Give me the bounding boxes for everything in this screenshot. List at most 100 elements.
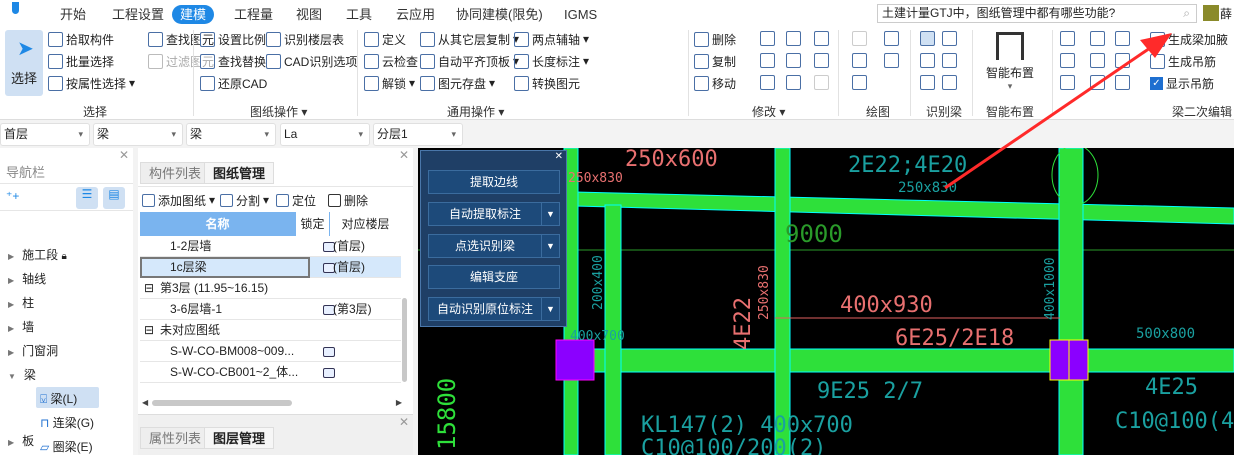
two-point-axis-button[interactable]: 两点辅轴 ▾: [514, 30, 589, 48]
recognize-beam-icon[interactable]: [920, 31, 935, 46]
horizontal-scrollbar[interactable]: ◀ ▶: [142, 398, 402, 408]
nav-item-door-window[interactable]: ▶ 门窗洞: [8, 342, 58, 359]
nav-item-ring-beam[interactable]: ▱ 圈梁(E): [40, 438, 93, 455]
auto-recognize-in-situ-button[interactable]: 自动识别原位标注 ▼: [428, 297, 560, 321]
tab-quantities[interactable]: 工程量: [226, 5, 281, 24]
edit-icon[interactable]: [814, 75, 829, 90]
search-icon[interactable]: ⌕: [1183, 5, 1190, 22]
close-icon[interactable]: ✕: [119, 148, 129, 162]
beam-filter-icon[interactable]: [1090, 31, 1105, 46]
table-group-row[interactable]: ⊟ 未对应图纸: [140, 320, 401, 341]
tab-modeling[interactable]: 建模: [172, 5, 215, 24]
dropdown-arrow-icon[interactable]: ▼: [541, 235, 559, 257]
align-top-button[interactable]: 自动平齐顶板 ▾: [420, 52, 519, 70]
smart-layout-button[interactable]: 智能布置 ▾: [980, 30, 1040, 96]
lock-icon[interactable]: [323, 368, 335, 378]
rotate-icon[interactable]: [760, 31, 775, 46]
cad-options-button[interactable]: CAD识别选项: [266, 52, 357, 70]
hanger-icon[interactable]: [1115, 75, 1130, 90]
collapse-icon[interactable]: ⊟: [144, 278, 154, 299]
align-icon[interactable]: [786, 53, 801, 68]
show-hanger-checkbox[interactable]: ✓ 显示吊筋: [1150, 74, 1214, 92]
offset-icon[interactable]: [814, 31, 829, 46]
length-dimension-button[interactable]: 长度标注 ▾: [514, 52, 589, 70]
nav-item-coupling-beam[interactable]: ⊓ 连梁(G): [40, 414, 94, 431]
tab-component-list[interactable]: 构件列表: [140, 162, 211, 184]
recognize-floor-table-button[interactable]: 识别楼层表: [266, 30, 344, 48]
nav-item-beam-l[interactable]: ⍌ 梁(L): [36, 387, 99, 408]
beam-edit-icon[interactable]: [920, 75, 935, 90]
close-icon[interactable]: ✕: [399, 415, 409, 429]
locate-button[interactable]: 定位: [276, 191, 316, 209]
tab-tools[interactable]: 工具: [338, 5, 380, 24]
component-subtype-select[interactable]: 梁: [186, 123, 276, 146]
dots-icon[interactable]: [1115, 53, 1130, 68]
tab-collab[interactable]: 协同建模(限免): [448, 5, 551, 24]
tab-cloud[interactable]: 云应用: [388, 5, 443, 24]
beam-table-icon[interactable]: [942, 53, 957, 68]
beam-info-icon[interactable]: [1115, 31, 1130, 46]
rect-icon[interactable]: [884, 53, 899, 68]
add-icon[interactable]: ⁺+: [6, 189, 19, 203]
table-row[interactable]: 1-2层墙 (首层): [140, 236, 401, 257]
table-row[interactable]: 3-6层墙-1 (第3层): [140, 299, 401, 320]
define-button[interactable]: 定义: [364, 30, 406, 48]
delete-button[interactable]: 删除: [694, 30, 736, 48]
app-logo-icon[interactable]: [12, 2, 19, 14]
move-button[interactable]: 移动: [694, 74, 736, 92]
beam-span-icon[interactable]: [1060, 31, 1075, 46]
convert-element-button[interactable]: 转换图元: [514, 74, 580, 92]
beam-support-icon[interactable]: [942, 31, 957, 46]
tab-layer-management[interactable]: 图层管理: [204, 427, 275, 449]
list-view-icon[interactable]: ☰: [76, 187, 98, 209]
copy-button[interactable]: 复制: [694, 52, 736, 70]
column-header-name[interactable]: 名称: [140, 212, 295, 236]
set-scale-button[interactable]: 设置比例: [200, 30, 266, 48]
cloud-check-button[interactable]: 云检查: [364, 52, 418, 70]
batch-select-button[interactable]: 批量选择: [48, 52, 114, 70]
nav-item-construction-section[interactable]: ▶ 施工段 🔒︎: [8, 246, 67, 263]
circle-icon[interactable]: [884, 31, 899, 46]
table-row[interactable]: S-W-CO-CB001~2_体...: [140, 362, 401, 383]
column-header-lock[interactable]: 锁定: [296, 212, 329, 236]
tab-view[interactable]: 视图: [288, 5, 330, 24]
add-drawing-button[interactable]: 添加图纸 ▾: [142, 191, 215, 209]
group-label-general-ops[interactable]: 通用操作 ▾: [447, 103, 504, 120]
mirror-icon[interactable]: [760, 53, 775, 68]
dropdown-arrow-icon[interactable]: ▼: [541, 203, 559, 225]
tab-properties[interactable]: 属性列表: [140, 427, 211, 449]
tab-igms[interactable]: IGMS: [556, 5, 605, 24]
nav-item-axis[interactable]: ▶ 轴线: [8, 270, 46, 287]
click-recognize-beam-button[interactable]: 点选识别梁 ▼: [428, 234, 560, 258]
column-header-floor[interactable]: 对应楼层: [330, 212, 401, 236]
trim-icon[interactable]: [786, 31, 801, 46]
component-type-select[interactable]: 梁: [93, 123, 183, 146]
vertical-scrollbar[interactable]: [402, 298, 407, 382]
nav-item-slab[interactable]: ▶ 板: [8, 432, 34, 449]
nav-item-beam[interactable]: ▼ 梁: [8, 366, 36, 383]
beam-annotation-icon[interactable]: [942, 75, 957, 90]
auto-extract-annotation-button[interactable]: 自动提取标注 ▼: [428, 202, 560, 226]
filter-search-icon[interactable]: [1060, 75, 1075, 90]
save-element-button[interactable]: 图元存盘 ▾: [420, 74, 495, 92]
stirrup-icon[interactable]: [1090, 75, 1105, 90]
group-label-modify[interactable]: 修改 ▾: [752, 103, 785, 120]
copy-from-floor-button[interactable]: 从其它层复制 ▾: [420, 30, 519, 48]
edit-support-button[interactable]: 编辑支座: [428, 265, 560, 289]
search-span-icon[interactable]: [1090, 53, 1105, 68]
nav-item-wall[interactable]: ▶ 墙: [8, 318, 34, 335]
tab-drawing-management[interactable]: 图纸管理: [204, 162, 275, 184]
point-icon[interactable]: [852, 31, 867, 46]
select-by-attr-button[interactable]: 按属性选择 ▾: [48, 74, 135, 92]
table-row-selected[interactable]: 1c层梁 (首层): [140, 257, 401, 278]
pick-component-button[interactable]: 拾取构件: [48, 30, 114, 48]
table-row[interactable]: S-W-CO-BM008~009...: [140, 341, 401, 362]
close-icon[interactable]: ✕: [555, 151, 563, 162]
close-icon[interactable]: ✕: [399, 148, 409, 162]
arc-icon[interactable]: [852, 75, 867, 90]
avatar[interactable]: [1203, 5, 1219, 21]
delete-span-icon[interactable]: [1060, 53, 1075, 68]
unlock-button[interactable]: 解锁 ▾: [364, 74, 415, 92]
tab-start[interactable]: 开始: [52, 5, 94, 24]
tab-project-settings[interactable]: 工程设置: [104, 5, 172, 24]
